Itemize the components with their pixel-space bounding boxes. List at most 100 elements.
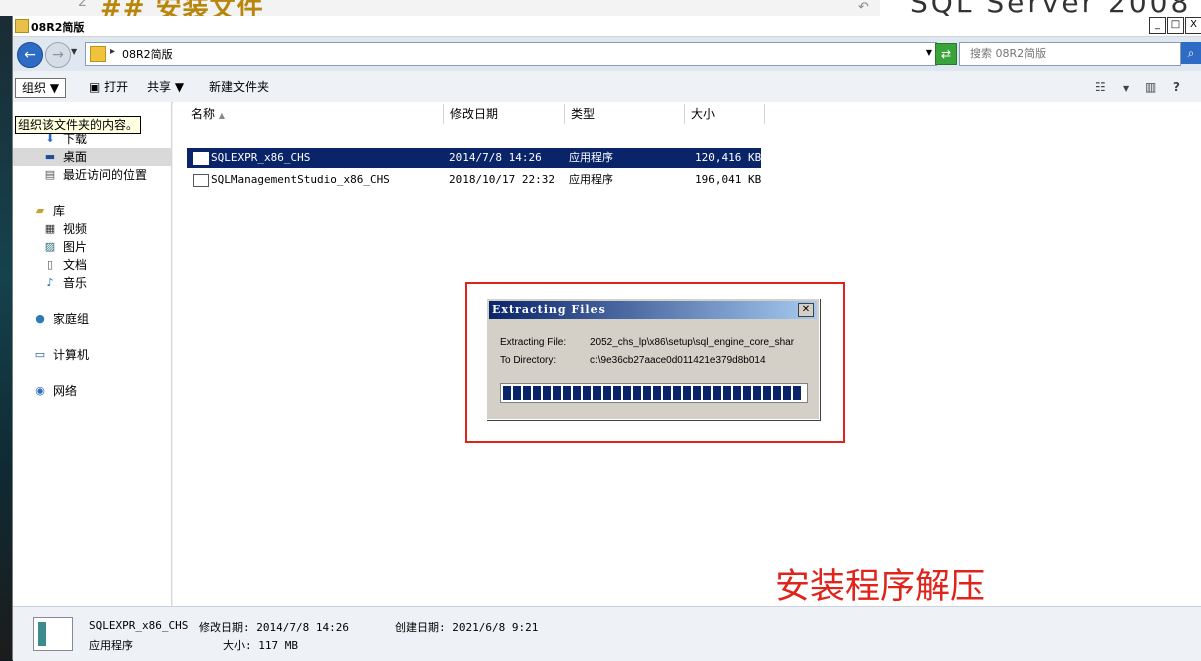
nav-item-pictures[interactable]: ▨ 图片 — [13, 238, 171, 256]
file-type: 应用程序 — [569, 173, 613, 186]
recent-pages-dropdown-icon[interactable]: ▼ — [71, 47, 77, 56]
progress-segment — [543, 386, 551, 400]
progress-segment — [773, 386, 781, 400]
back-button[interactable]: ← — [17, 42, 43, 68]
window-controls: _ □ X — [1149, 17, 1201, 34]
to-directory-value: c:\9e36cb27aace0d011421e379d8b014 — [590, 355, 766, 366]
highlight-box: Extracting Files ✕ Extracting File: 2052… — [465, 282, 845, 443]
nav-item-computer[interactable]: ▭ 计算机 — [13, 346, 171, 364]
music-icon: ♪ — [46, 276, 54, 289]
refresh-button[interactable]: ⇄ — [935, 43, 957, 65]
explorer-window: 08R2简版 _ □ X ← → ▼ ▸ 08R2简版 ▼ ⇄ ⌕ 组织 ▼ ▣… — [12, 16, 1201, 661]
progress-segment — [723, 386, 731, 400]
folder-icon — [90, 46, 106, 62]
progress-fill — [503, 386, 801, 400]
file-name: SQLEXPR_x86_CHS — [211, 151, 311, 164]
file-size: 120,416 KB — [695, 151, 762, 164]
sort-ascending-icon: ▲ — [218, 111, 225, 120]
progress-segment — [673, 386, 681, 400]
column-header-type[interactable]: 类型 — [565, 104, 685, 124]
progress-segment — [533, 386, 541, 400]
background-heading: ## 安装文件 — [100, 0, 264, 16]
progress-segment — [713, 386, 721, 400]
search-icon[interactable]: ⌕ — [1181, 42, 1201, 64]
progress-segment — [693, 386, 701, 400]
file-row[interactable]: SQLEXPR_x86_CHS 2014/7/8 14:26 应用程序 120,… — [187, 148, 761, 168]
progress-segment — [763, 386, 771, 400]
progress-segment — [793, 386, 801, 400]
application-icon — [33, 617, 73, 651]
close-button[interactable]: X — [1185, 17, 1201, 34]
progress-segment — [663, 386, 671, 400]
nav-item-music[interactable]: ♪ 音乐 — [13, 274, 171, 292]
address-bar-row: ← → ▼ ▸ 08R2简版 ▼ ⇄ ⌕ — [13, 37, 1201, 71]
desktop-icon: ▬ — [44, 150, 56, 163]
nav-item-documents[interactable]: ▯ 文档 — [13, 256, 171, 274]
details-modified: 修改日期: 2014/7/8 14:26 — [199, 621, 349, 634]
view-dropdown-icon[interactable]: ▼ — [1123, 84, 1129, 93]
progress-segment — [653, 386, 661, 400]
maximize-button[interactable]: □ — [1167, 17, 1184, 34]
background-strip: 2 ## 安装文件 ↶ SQL Server 2008 — [0, 0, 1201, 16]
homegroup-icon: ● — [35, 312, 45, 325]
column-header-size[interactable]: 大小 — [685, 104, 765, 124]
breadcrumb-chevron-icon[interactable]: ▸ — [110, 46, 115, 57]
progress-segment — [643, 386, 651, 400]
details-created: 创建日期: 2021/6/8 9:21 — [395, 621, 539, 634]
search-box[interactable] — [959, 42, 1181, 66]
help-icon[interactable]: ? — [1173, 80, 1180, 94]
progress-segment — [743, 386, 751, 400]
preview-pane-icon[interactable]: ▥ — [1145, 80, 1156, 94]
minimize-button[interactable]: _ — [1149, 17, 1166, 34]
nav-item-label: 图片 — [63, 240, 88, 254]
nav-item-libraries[interactable]: ▰ 库 — [13, 202, 171, 220]
window-title: 08R2简版 — [31, 21, 85, 34]
extraction-progress-bar — [500, 383, 808, 403]
view-options-icon[interactable]: ☷ — [1095, 80, 1106, 94]
progress-segment — [553, 386, 561, 400]
nav-item-label: 计算机 — [53, 348, 90, 362]
progress-segment — [753, 386, 761, 400]
progress-segment — [733, 386, 741, 400]
recent-places-icon: ▤ — [44, 168, 56, 181]
network-icon: ◉ — [35, 384, 45, 397]
column-headers: 名称 ▲ 修改日期 类型 大小 — [173, 102, 1201, 124]
address-box[interactable]: ▸ 08R2简版 ▼ — [85, 42, 937, 66]
search-input[interactable] — [960, 43, 1180, 63]
file-type: 应用程序 — [569, 151, 613, 164]
share-button[interactable]: 共享 ▼ — [141, 78, 190, 96]
column-header-modified[interactable]: 修改日期 — [444, 104, 565, 124]
breadcrumb-current[interactable]: 08R2简版 — [122, 46, 173, 62]
undo-icon: ↶ — [858, 0, 869, 15]
nav-item-desktop[interactable]: ▬ 桌面 — [13, 148, 171, 166]
open-label: 打开 — [104, 80, 129, 94]
open-button[interactable]: ▣ 打开 — [83, 78, 134, 96]
organize-tooltip: 组织该文件夹的内容。 — [15, 116, 142, 134]
progress-segment — [583, 386, 591, 400]
progress-segment — [593, 386, 601, 400]
progress-segment — [563, 386, 571, 400]
organize-button[interactable]: 组织 ▼ — [15, 78, 67, 98]
progress-segment — [783, 386, 791, 400]
nav-item-recent-places[interactable]: ▤ 最近访问的位置 — [13, 166, 171, 184]
forward-button[interactable]: → — [45, 42, 71, 68]
nav-item-label: 桌面 — [63, 150, 88, 164]
new-folder-button[interactable]: 新建文件夹 — [203, 78, 275, 96]
nav-item-label: 文档 — [63, 258, 88, 272]
address-dropdown-icon[interactable]: ▼ — [926, 48, 932, 57]
nav-item-network[interactable]: ◉ 网络 — [13, 382, 171, 400]
details-file-name: SQLEXPR_x86_CHS — [89, 619, 189, 632]
annotation-caption: 安装程序解压 — [775, 567, 986, 607]
nav-item-videos[interactable]: ▦ 视频 — [13, 220, 171, 238]
desktop-wallpaper-edge — [0, 16, 12, 660]
dialog-close-button[interactable]: ✕ — [798, 303, 814, 317]
file-row[interactable]: SQLManagementStudio_x86_CHS 2018/10/17 2… — [187, 170, 761, 190]
progress-segment — [513, 386, 521, 400]
nav-item-label: 家庭组 — [53, 312, 90, 326]
nav-item-homegroup[interactable]: ● 家庭组 — [13, 310, 171, 328]
computer-icon: ▭ — [34, 348, 46, 361]
library-icon: ▰ — [35, 204, 45, 217]
column-header-name[interactable]: 名称 ▲ — [185, 104, 444, 124]
details-size: 大小: 117 MB — [223, 639, 298, 652]
nav-item-label: 网络 — [53, 384, 78, 398]
